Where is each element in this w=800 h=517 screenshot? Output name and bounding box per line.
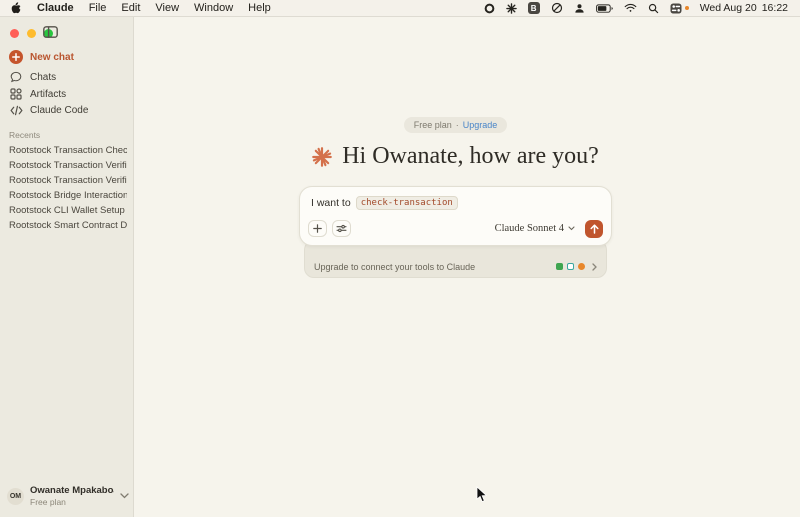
recent-chat-item[interactable]: Rootstock Transaction Verification [9,175,127,186]
attach-plus-button[interactable] [308,220,327,237]
close-window-button[interactable] [10,29,19,38]
apple-logo-icon[interactable] [10,2,22,15]
tools-banner-text: Upgrade to connect your tools to Claude [314,262,552,272]
shield-icon[interactable] [551,2,563,15]
claude-starburst-icon [312,147,332,167]
chevron-right-icon[interactable] [592,263,597,271]
claude-asterisk-icon[interactable] [506,2,517,15]
avatar: OM [7,488,24,505]
menubar-time: 16:22 [762,2,788,14]
menubar-app-name[interactable]: Claude [37,2,74,14]
recent-chat-item[interactable]: Rootstock Bridge Interaction [9,190,127,201]
menu-file[interactable]: File [89,2,107,14]
recent-chat-item[interactable]: Rootstock Transaction Check [9,145,127,156]
menu-edit[interactable]: Edit [121,2,140,14]
upgrade-link[interactable]: Upgrade [463,120,498,130]
command-chip[interactable]: check-transaction [356,196,458,210]
claude-app-window: New chat Chats Artifacts Claude Code Rec… [0,17,800,517]
user-account-button[interactable]: OM Owanate Mpakaboari A... Free plan [7,485,129,507]
tool-app-icon-orange [578,263,585,270]
notification-dot [685,6,689,10]
sidebar-item-chats[interactable]: Chats [9,71,56,83]
menu-view[interactable]: View [155,2,179,14]
plan-pill-separator: · [456,120,459,130]
record-icon[interactable] [484,2,495,15]
recents-heading: Recents [9,130,40,140]
sidebar-item-claude-code[interactable]: Claude Code [9,105,88,116]
send-button[interactable] [585,220,603,238]
recent-chat-item[interactable]: Rootstock Transaction Verification [9,160,127,171]
tools-sliders-button[interactable] [332,220,351,237]
menu-help[interactable]: Help [248,2,271,14]
chat-bubble-icon [9,71,23,83]
sidebar-item-label: Artifacts [30,89,66,100]
new-chat-label: New chat [30,52,74,63]
sidebar-item-artifacts[interactable]: Artifacts [9,88,66,100]
main-content: Free plan · Upgrade Hi Owanate, how are … [134,17,800,517]
user-plan: Free plan [30,497,114,507]
sidebar-item-label: Claude Code [30,105,88,116]
menu-window[interactable]: Window [194,2,233,14]
keyboard-app-icon[interactable]: B [528,2,540,15]
plan-pill[interactable]: Free plan · Upgrade [404,117,508,133]
sidebar-toggle-icon[interactable] [41,24,59,39]
model-name: Claude Sonnet 4 [495,223,564,234]
composer-card[interactable]: I want to check-transaction Claude Sonne… [299,186,612,246]
control-center-icon[interactable] [670,3,689,14]
new-chat-button[interactable]: New chat [9,50,74,64]
code-icon [9,105,23,116]
user-icon[interactable] [574,2,585,15]
plan-pill-plan: Free plan [414,120,452,130]
composer-text: I want to [311,197,351,209]
artifacts-grid-icon [9,88,23,100]
tool-app-icon-green [556,263,563,270]
plus-circle-icon [9,50,23,64]
macos-menu-bar: Claude File Edit View Window Help B [0,0,800,17]
model-selector[interactable]: Claude Sonnet 4 [495,223,575,234]
greeting-text: Hi Owanate, how are you? [342,143,599,170]
chevron-down-icon[interactable] [120,493,129,499]
wifi-icon[interactable] [624,2,637,15]
battery-icon[interactable] [596,2,613,15]
sidebar-item-label: Chats [30,72,56,83]
recent-chat-item[interactable]: Rootstock Smart Contract Deploy... [9,220,127,231]
menubar-date: Wed Aug 20 [700,2,757,14]
greeting: Hi Owanate, how are you? [244,143,667,170]
tool-app-icon-teal [567,263,574,270]
spotlight-search-icon[interactable] [648,2,659,15]
user-name: Owanate Mpakaboari A... [30,485,114,496]
minimize-window-button[interactable] [27,29,36,38]
composer-input[interactable]: I want to check-transaction [311,196,458,210]
recent-chat-item[interactable]: Rootstock CLI Wallet Setup [9,205,127,216]
sidebar: New chat Chats Artifacts Claude Code Rec… [0,17,134,517]
menubar-clock[interactable]: Wed Aug 20 16:22 [700,2,788,14]
